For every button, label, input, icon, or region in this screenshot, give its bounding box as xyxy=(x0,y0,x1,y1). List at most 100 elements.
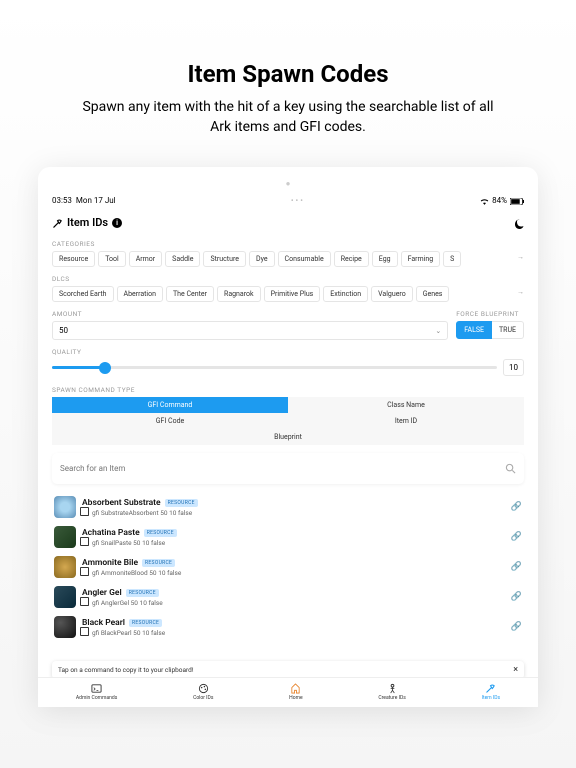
page-header: Item IDs i xyxy=(52,213,524,232)
toast-close-button[interactable]: × xyxy=(513,665,518,675)
battery-percent: 84% xyxy=(492,196,507,205)
tab-label: Admin Commands xyxy=(76,695,117,701)
force-blueprint-label: FORCE BLUEPRINT xyxy=(456,310,524,318)
search-box[interactable] xyxy=(52,453,524,484)
blueprint-false-button[interactable]: FALSE xyxy=(456,321,492,339)
dark-mode-toggle[interactable] xyxy=(512,213,524,232)
quality-value[interactable]: 10 xyxy=(503,359,524,376)
item-command[interactable]: gfi AmmoniteBlood 50 10 false xyxy=(92,569,181,577)
list-item[interactable]: Black Pearl RESOURCE gfi BlackPearl 50 1… xyxy=(52,612,524,642)
dlc-chip[interactable]: The Center xyxy=(166,286,214,302)
info-icon[interactable]: i xyxy=(112,218,122,228)
amount-value: 50 xyxy=(59,326,68,335)
tab-home[interactable]: Home xyxy=(289,682,302,701)
list-item[interactable]: Ammonite Bile RESOURCE gfi AmmoniteBlood… xyxy=(52,552,524,582)
cmd-gfi-command[interactable]: GFI Command xyxy=(52,397,288,413)
category-chip[interactable]: Recipe xyxy=(334,251,369,267)
dlc-chip[interactable]: Scorched Earth xyxy=(52,286,114,302)
hero-title: Item Spawn Codes xyxy=(80,60,496,88)
copy-icon xyxy=(82,539,89,546)
dlc-chip[interactable]: Aberration xyxy=(117,286,163,302)
dlc-chip[interactable]: Valguero xyxy=(371,286,413,302)
page-title: Item IDs xyxy=(67,216,108,229)
dlc-chip[interactable]: Primitive Plus xyxy=(264,286,321,302)
quality-slider[interactable] xyxy=(52,362,497,374)
creature-icon xyxy=(386,682,398,694)
home-icon xyxy=(290,682,302,694)
copy-icon xyxy=(82,509,89,516)
search-input[interactable] xyxy=(60,464,505,473)
item-command[interactable]: gfi SnailPaste 50 10 false xyxy=(92,539,165,547)
dlcs-label: DLCS xyxy=(52,275,524,283)
tab-creature-ids[interactable]: Creature IDs xyxy=(378,682,405,701)
category-chip[interactable]: Structure xyxy=(203,251,246,267)
resource-badge: RESOURCE xyxy=(142,559,175,567)
link-icon[interactable]: 🔗 xyxy=(511,532,522,542)
item-thumbnail xyxy=(54,496,76,518)
ellipsis-icon[interactable]: ••• xyxy=(116,196,481,205)
command-type-label: SPAWN COMMAND TYPE xyxy=(52,386,524,394)
item-thumbnail xyxy=(54,586,76,608)
item-name: Achatina Paste xyxy=(82,528,140,538)
tab-label: Color IDs xyxy=(193,695,213,701)
blueprint-toggle: FALSE TRUE xyxy=(456,321,524,339)
category-chip[interactable]: Farming xyxy=(401,251,441,267)
search-icon xyxy=(505,459,516,478)
link-icon[interactable]: 🔗 xyxy=(511,502,522,512)
pager-indicator: ● xyxy=(52,179,524,188)
item-command[interactable]: gfi BlackPearl 50 10 false xyxy=(92,629,165,637)
amount-group: AMOUNT 50 ⌄ xyxy=(52,310,448,340)
cmd-blueprint[interactable]: Blueprint xyxy=(52,429,524,445)
amount-select[interactable]: 50 ⌄ xyxy=(52,321,448,340)
link-icon[interactable]: 🔗 xyxy=(511,622,522,632)
category-chip[interactable]: Tool xyxy=(98,251,126,267)
category-chip[interactable]: Saddle xyxy=(165,251,200,267)
status-bar: 03:53 Mon 17 Jul ••• 84% xyxy=(52,196,524,205)
resource-badge: RESOURCE xyxy=(144,529,177,537)
tab-color-ids[interactable]: Color IDs xyxy=(193,682,213,701)
slider-thumb[interactable] xyxy=(99,362,111,374)
wifi-icon xyxy=(480,196,489,205)
list-item[interactable]: Angler Gel RESOURCE gfi AnglerGel 50 10 … xyxy=(52,582,524,612)
copy-icon xyxy=(82,569,89,576)
tab-item-ids[interactable]: Item IDs xyxy=(482,682,501,701)
dlcs-row[interactable]: Scorched Earth Aberration The Center Rag… xyxy=(52,286,524,302)
item-command[interactable]: gfi AnglerGel 50 10 false xyxy=(92,599,163,607)
command-type-grid: GFI Command Class Name GFI Code Item ID … xyxy=(52,397,524,445)
device-frame: ● 03:53 Mon 17 Jul ••• 84% Item IDs i CA… xyxy=(38,167,538,707)
status-time: 03:53 xyxy=(52,196,72,205)
resource-badge: RESOURCE xyxy=(165,499,198,507)
item-list: Absorbent Substrate RESOURCE gfi Substra… xyxy=(52,492,524,642)
blueprint-true-button[interactable]: TRUE xyxy=(492,321,524,339)
hero-subtitle: Spawn any item with the hit of a key usi… xyxy=(80,98,496,137)
dlc-chip[interactable]: Extinction xyxy=(323,286,368,302)
category-chip[interactable]: S xyxy=(443,251,461,267)
palette-icon xyxy=(197,682,209,694)
categories-row[interactable]: Resource Tool Armor Saddle Structure Dye… xyxy=(52,251,524,267)
category-chip[interactable]: Egg xyxy=(372,251,398,267)
cmd-class-name[interactable]: Class Name xyxy=(288,397,524,413)
category-chip[interactable]: Consumable xyxy=(278,251,331,267)
category-chip[interactable]: Dye xyxy=(249,251,275,267)
chevron-down-icon: ⌄ xyxy=(435,327,441,335)
category-chip[interactable]: Resource xyxy=(52,251,95,267)
resource-badge: RESOURCE xyxy=(126,589,159,597)
amount-label: AMOUNT xyxy=(52,310,448,318)
battery-icon xyxy=(510,196,524,205)
item-command[interactable]: gfi SubstrateAbsorbent 50 10 false xyxy=(92,509,192,517)
toast-text: Tap on a command to copy it to your clip… xyxy=(58,666,194,674)
list-item[interactable]: Absorbent Substrate RESOURCE gfi Substra… xyxy=(52,492,524,522)
command-type-section: SPAWN COMMAND TYPE GFI Command Class Nam… xyxy=(52,386,524,445)
dlc-chip[interactable]: Genes xyxy=(416,286,450,302)
cmd-item-id[interactable]: Item ID xyxy=(288,413,524,429)
list-item[interactable]: Achatina Paste RESOURCE gfi SnailPaste 5… xyxy=(52,522,524,552)
quality-label: QUALITY xyxy=(52,348,524,356)
tab-admin-commands[interactable]: Admin Commands xyxy=(76,682,117,701)
tab-label: Item IDs xyxy=(482,695,501,701)
dlc-chip[interactable]: Ragnarok xyxy=(217,286,261,302)
categories-section: CATEGORIES Resource Tool Armor Saddle St… xyxy=(52,240,524,267)
category-chip[interactable]: Armor xyxy=(129,251,162,267)
link-icon[interactable]: 🔗 xyxy=(511,592,522,602)
link-icon[interactable]: 🔗 xyxy=(511,562,522,572)
cmd-gfi-code[interactable]: GFI Code xyxy=(52,413,288,429)
